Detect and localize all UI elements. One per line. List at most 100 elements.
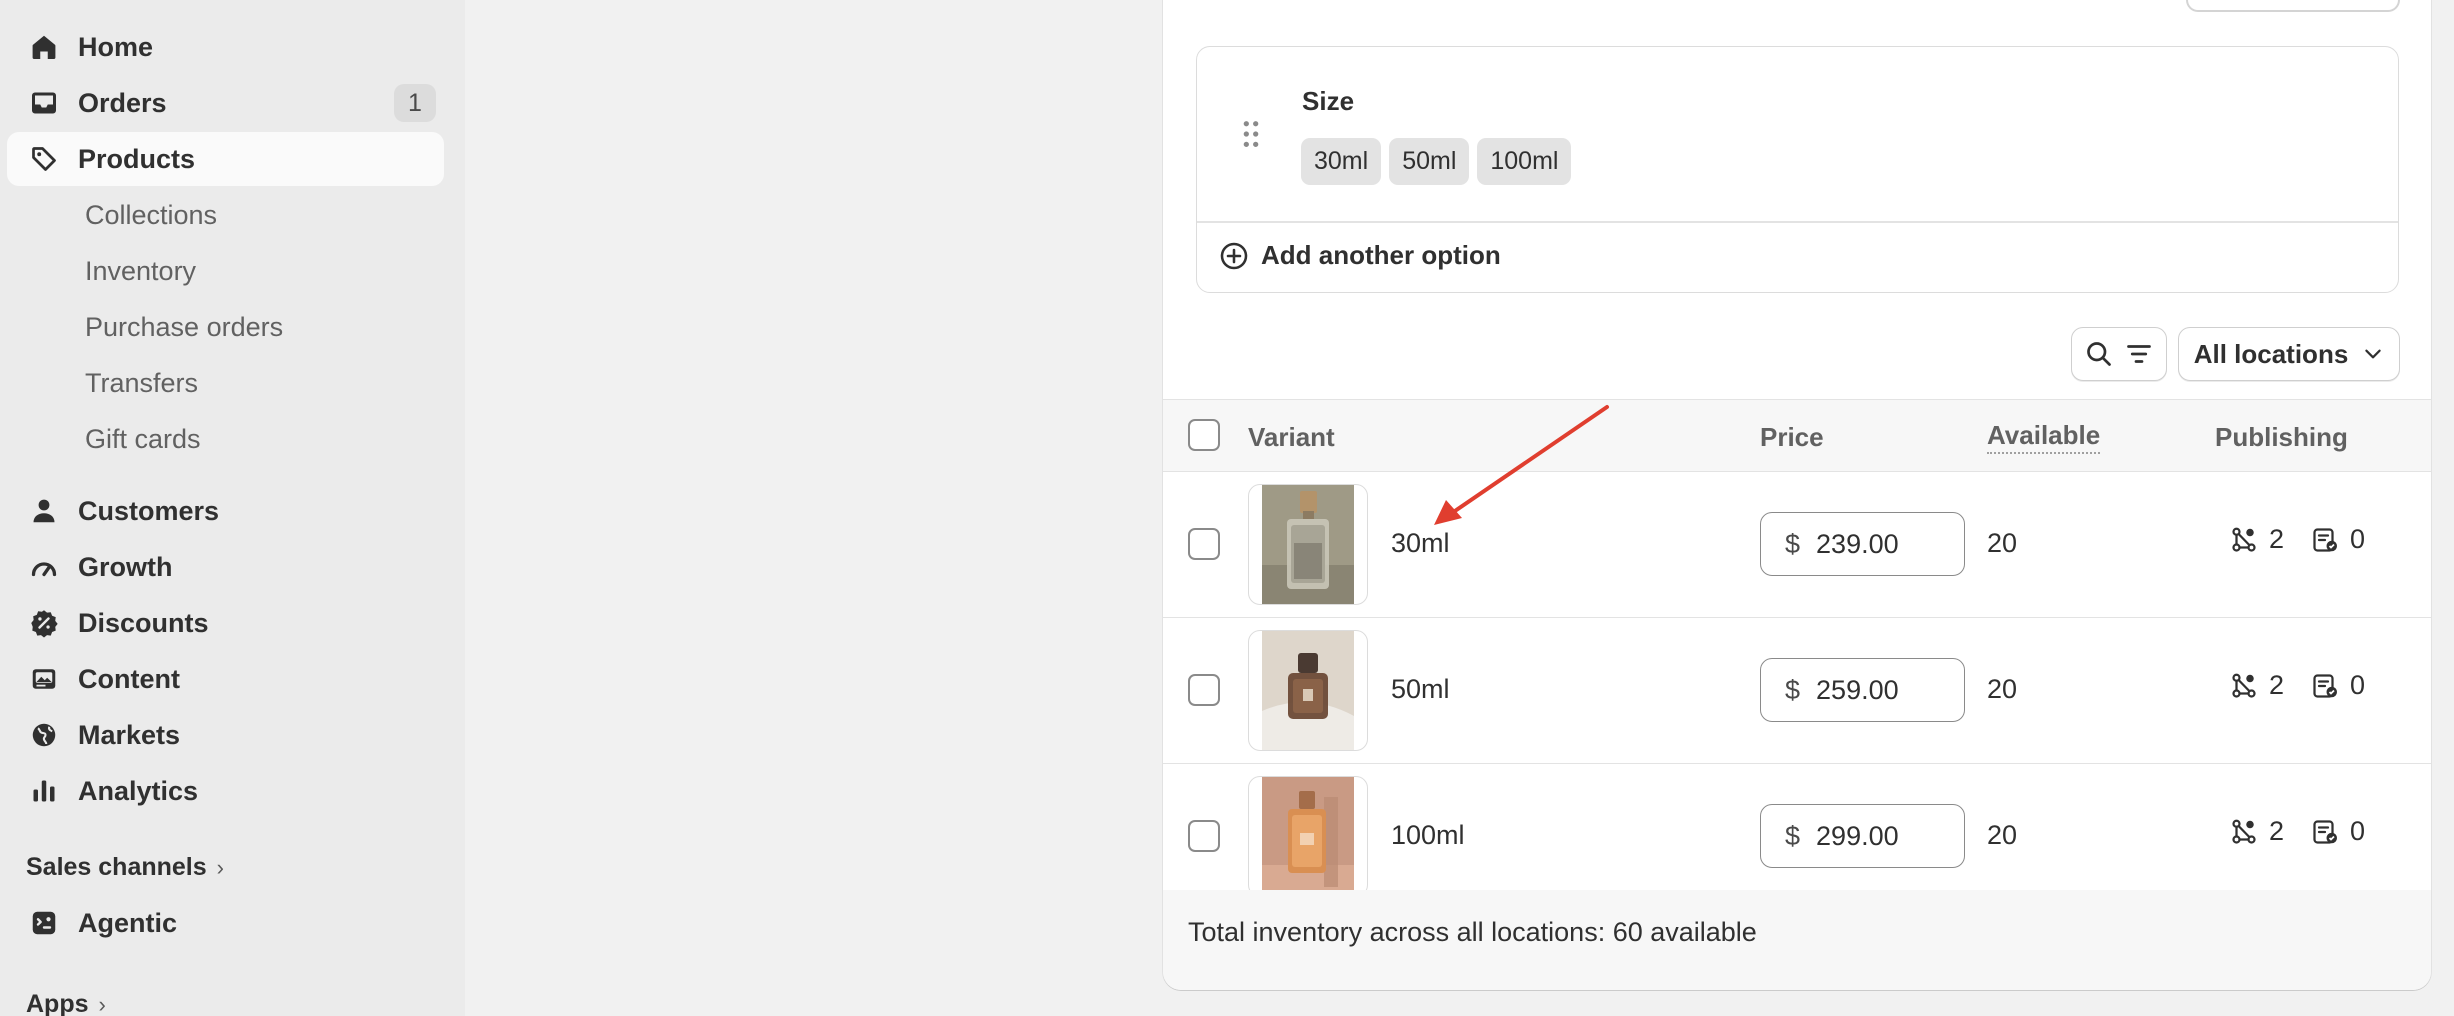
row-checkbox[interactable] [1188, 674, 1220, 706]
inbox-icon [27, 86, 61, 120]
publishing-status[interactable]: 2 0 [2229, 816, 2365, 847]
column-header-variant[interactable]: Variant [1248, 422, 1335, 453]
sidebar-subitem-label: Collections [85, 199, 218, 230]
table-row[interactable]: 100ml $ 299.00 20 2 0 [1163, 764, 2431, 910]
catalogs-icon [2313, 673, 2338, 698]
row-checkbox[interactable] [1188, 528, 1220, 560]
home-icon [27, 30, 61, 64]
discount-icon [27, 606, 61, 640]
sidebar-item-products[interactable]: Products [7, 132, 444, 186]
image-icon [27, 662, 61, 696]
channels-icon [2232, 673, 2256, 698]
publishing-status[interactable]: 2 0 [2229, 524, 2365, 555]
sidebar-item-customers[interactable]: Customers [7, 484, 444, 538]
sidebar-item-inventory[interactable]: Inventory [7, 244, 444, 298]
variant-thumbnail[interactable] [1248, 484, 1368, 605]
sidebar-item-growth[interactable]: Growth [7, 540, 444, 594]
gauge-icon [27, 550, 61, 584]
sidebar-item-transfers[interactable]: Transfers [7, 356, 444, 410]
available-quantity[interactable]: 20 [1987, 820, 2017, 851]
variant-name[interactable]: 100ml [1391, 820, 1465, 851]
drag-handle-icon[interactable] [1241, 119, 1261, 149]
sidebar-item-purchase-orders[interactable]: Purchase orders [7, 300, 444, 354]
sales-channels-label: Sales channels [26, 853, 207, 881]
table-row[interactable]: 30ml $ 239.00 20 2 0 [1163, 472, 2431, 618]
channels-count: 2 [2269, 816, 2285, 846]
sidebar-item-collections[interactable]: Collections [7, 188, 444, 242]
chevron-right-icon: › [98, 991, 106, 1016]
channels-icon [2232, 527, 2256, 552]
bar-chart-icon [27, 774, 61, 808]
inventory-total-footer: Total inventory across all locations: 60… [1163, 890, 2431, 990]
sidebar-item-label: Markets [78, 719, 181, 750]
all-locations-dropdown[interactable]: All locations [2178, 327, 2400, 381]
person-icon [27, 494, 61, 528]
option-value-chip[interactable]: 100ml [1477, 138, 1572, 185]
perfume-bottle-image [1262, 631, 1354, 750]
table-row[interactable]: 50ml $ 259.00 20 2 0 [1163, 618, 2431, 764]
available-quantity[interactable]: 20 [1987, 674, 2017, 705]
sidebar-item-label: Content [78, 663, 180, 694]
agent-icon [27, 906, 61, 940]
price-value: 239.00 [1816, 528, 1899, 559]
sidebar-subitem-label: Purchase orders [85, 311, 284, 342]
sidebar-item-orders[interactable]: Orders 1 [7, 76, 444, 130]
all-locations-label: All locations [2193, 338, 2349, 369]
sidebar-subitem-label: Inventory [85, 255, 197, 286]
sales-channels-header[interactable]: Sales channels › [26, 853, 224, 882]
sidebar-item-content[interactable]: Content [7, 652, 444, 706]
sidebar-item-gift-cards[interactable]: Gift cards [7, 412, 444, 466]
filter-icon [2127, 345, 2151, 363]
sidebar-item-home[interactable]: Home [7, 20, 444, 74]
sidebar-item-label: Orders [78, 87, 167, 118]
channels-icon [2232, 819, 2256, 844]
publishing-status[interactable]: 2 0 [2229, 670, 2365, 701]
currency-symbol: $ [1785, 674, 1801, 705]
column-header-available[interactable]: Available [1987, 420, 2101, 454]
variant-thumbnail[interactable] [1248, 630, 1368, 751]
sidebar-item-analytics[interactable]: Analytics [7, 764, 444, 818]
sidebar-item-label: Analytics [78, 775, 199, 806]
price-value: 299.00 [1816, 820, 1899, 851]
variant-thumbnail[interactable] [1248, 776, 1368, 897]
sidebar-item-agentic[interactable]: Agentic [7, 896, 444, 950]
plus-circle-icon [1220, 242, 1248, 269]
sidebar: Home Orders 1 Products Collections Inven… [0, 0, 465, 1016]
sidebar-item-label: Discounts [78, 607, 209, 638]
search-icon [2087, 342, 2111, 366]
option-name[interactable]: Size [1302, 86, 1354, 117]
select-all-checkbox[interactable] [1188, 419, 1220, 451]
search-filter-button[interactable] [2071, 327, 2167, 381]
tag-icon [27, 142, 61, 176]
add-another-option-button[interactable]: Add another option [1219, 240, 1501, 271]
sidebar-item-label: Customers [78, 495, 220, 526]
sidebar-item-label: Products [78, 143, 196, 174]
currency-symbol: $ [1785, 528, 1801, 559]
sidebar-item-markets[interactable]: Markets [7, 708, 444, 762]
option-value-chip[interactable]: 50ml [1389, 138, 1470, 185]
available-quantity[interactable]: 20 [1987, 528, 2017, 559]
chevron-down-icon [2365, 349, 2381, 359]
option-value-chip[interactable]: 30ml [1301, 138, 1382, 185]
price-input[interactable]: $ 299.00 [1760, 804, 1965, 868]
column-header-price[interactable]: Price [1760, 422, 1824, 453]
price-input[interactable]: $ 259.00 [1760, 658, 1965, 722]
apps-header[interactable]: Apps › [26, 990, 106, 1016]
variant-name[interactable]: 30ml [1391, 528, 1450, 559]
add-another-option-label: Add another option [1261, 240, 1501, 270]
apps-label: Apps [26, 990, 89, 1016]
channels-count: 2 [2269, 670, 2285, 700]
variant-options-box: Size 30ml 50ml 100ml Add another option [1196, 46, 2399, 293]
row-checkbox[interactable] [1188, 820, 1220, 852]
annotation-arrow-icon [1434, 405, 1609, 525]
partial-button[interactable] [2186, 0, 2400, 12]
sidebar-item-discounts[interactable]: Discounts [7, 596, 444, 650]
catalogs-icon [2313, 527, 2338, 552]
column-header-publishing[interactable]: Publishing [2215, 422, 2348, 453]
channels-count: 2 [2269, 524, 2285, 554]
price-input[interactable]: $ 239.00 [1760, 512, 1965, 576]
sidebar-item-label: Growth [78, 551, 173, 582]
globe-icon [27, 718, 61, 752]
option-values: 30ml 50ml 100ml [1301, 138, 1572, 185]
variant-name[interactable]: 50ml [1391, 674, 1450, 705]
